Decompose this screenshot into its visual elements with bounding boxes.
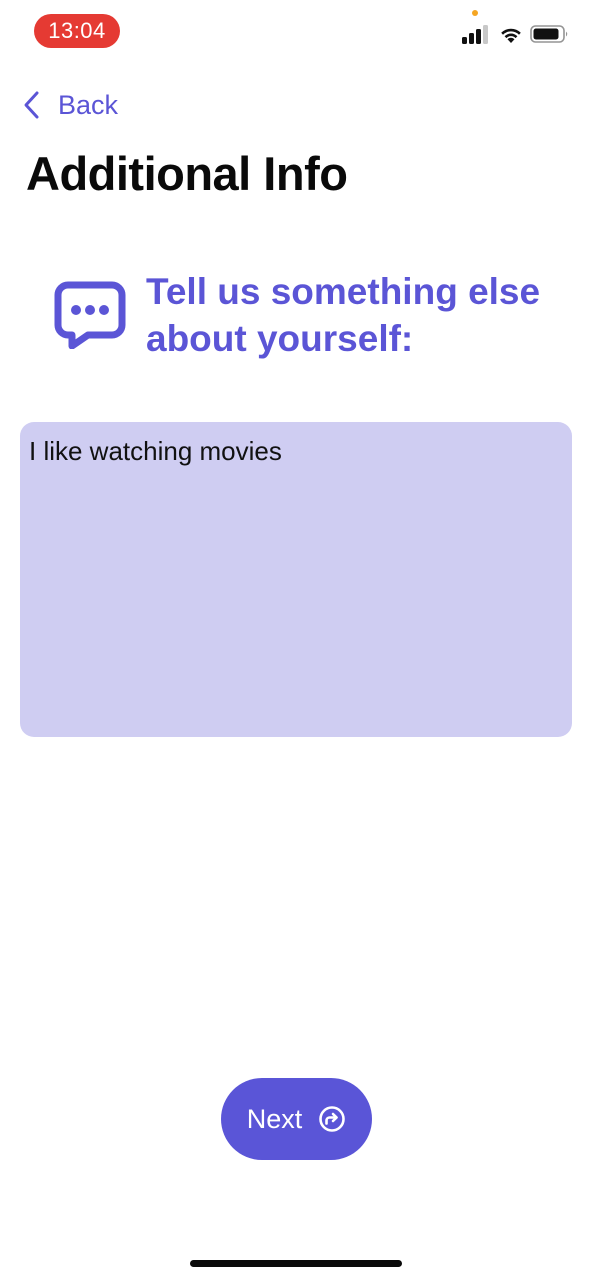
chat-bubble-icon xyxy=(54,281,126,349)
status-bar: 13:04 xyxy=(0,0,591,64)
next-label: Next xyxy=(246,1103,303,1134)
home-indicator[interactable] xyxy=(190,1260,402,1267)
next-button[interactable]: Next xyxy=(221,1078,372,1160)
forward-arrow-circle-icon xyxy=(319,1106,346,1132)
prompt-text: Tell us something else about yourself: xyxy=(146,271,541,359)
back-button[interactable]: Back xyxy=(22,84,118,126)
wifi-icon xyxy=(501,28,521,43)
status-time: 13:04 xyxy=(34,14,120,48)
privacy-indicator-dot xyxy=(472,10,478,16)
chevron-left-icon xyxy=(24,91,39,119)
page-title: Additional Info xyxy=(26,147,348,200)
back-label: Back xyxy=(58,89,119,120)
additional-info-textarea[interactable]: I like watching movies xyxy=(20,422,572,737)
signal-icon xyxy=(462,25,488,44)
battery-icon xyxy=(530,25,568,43)
